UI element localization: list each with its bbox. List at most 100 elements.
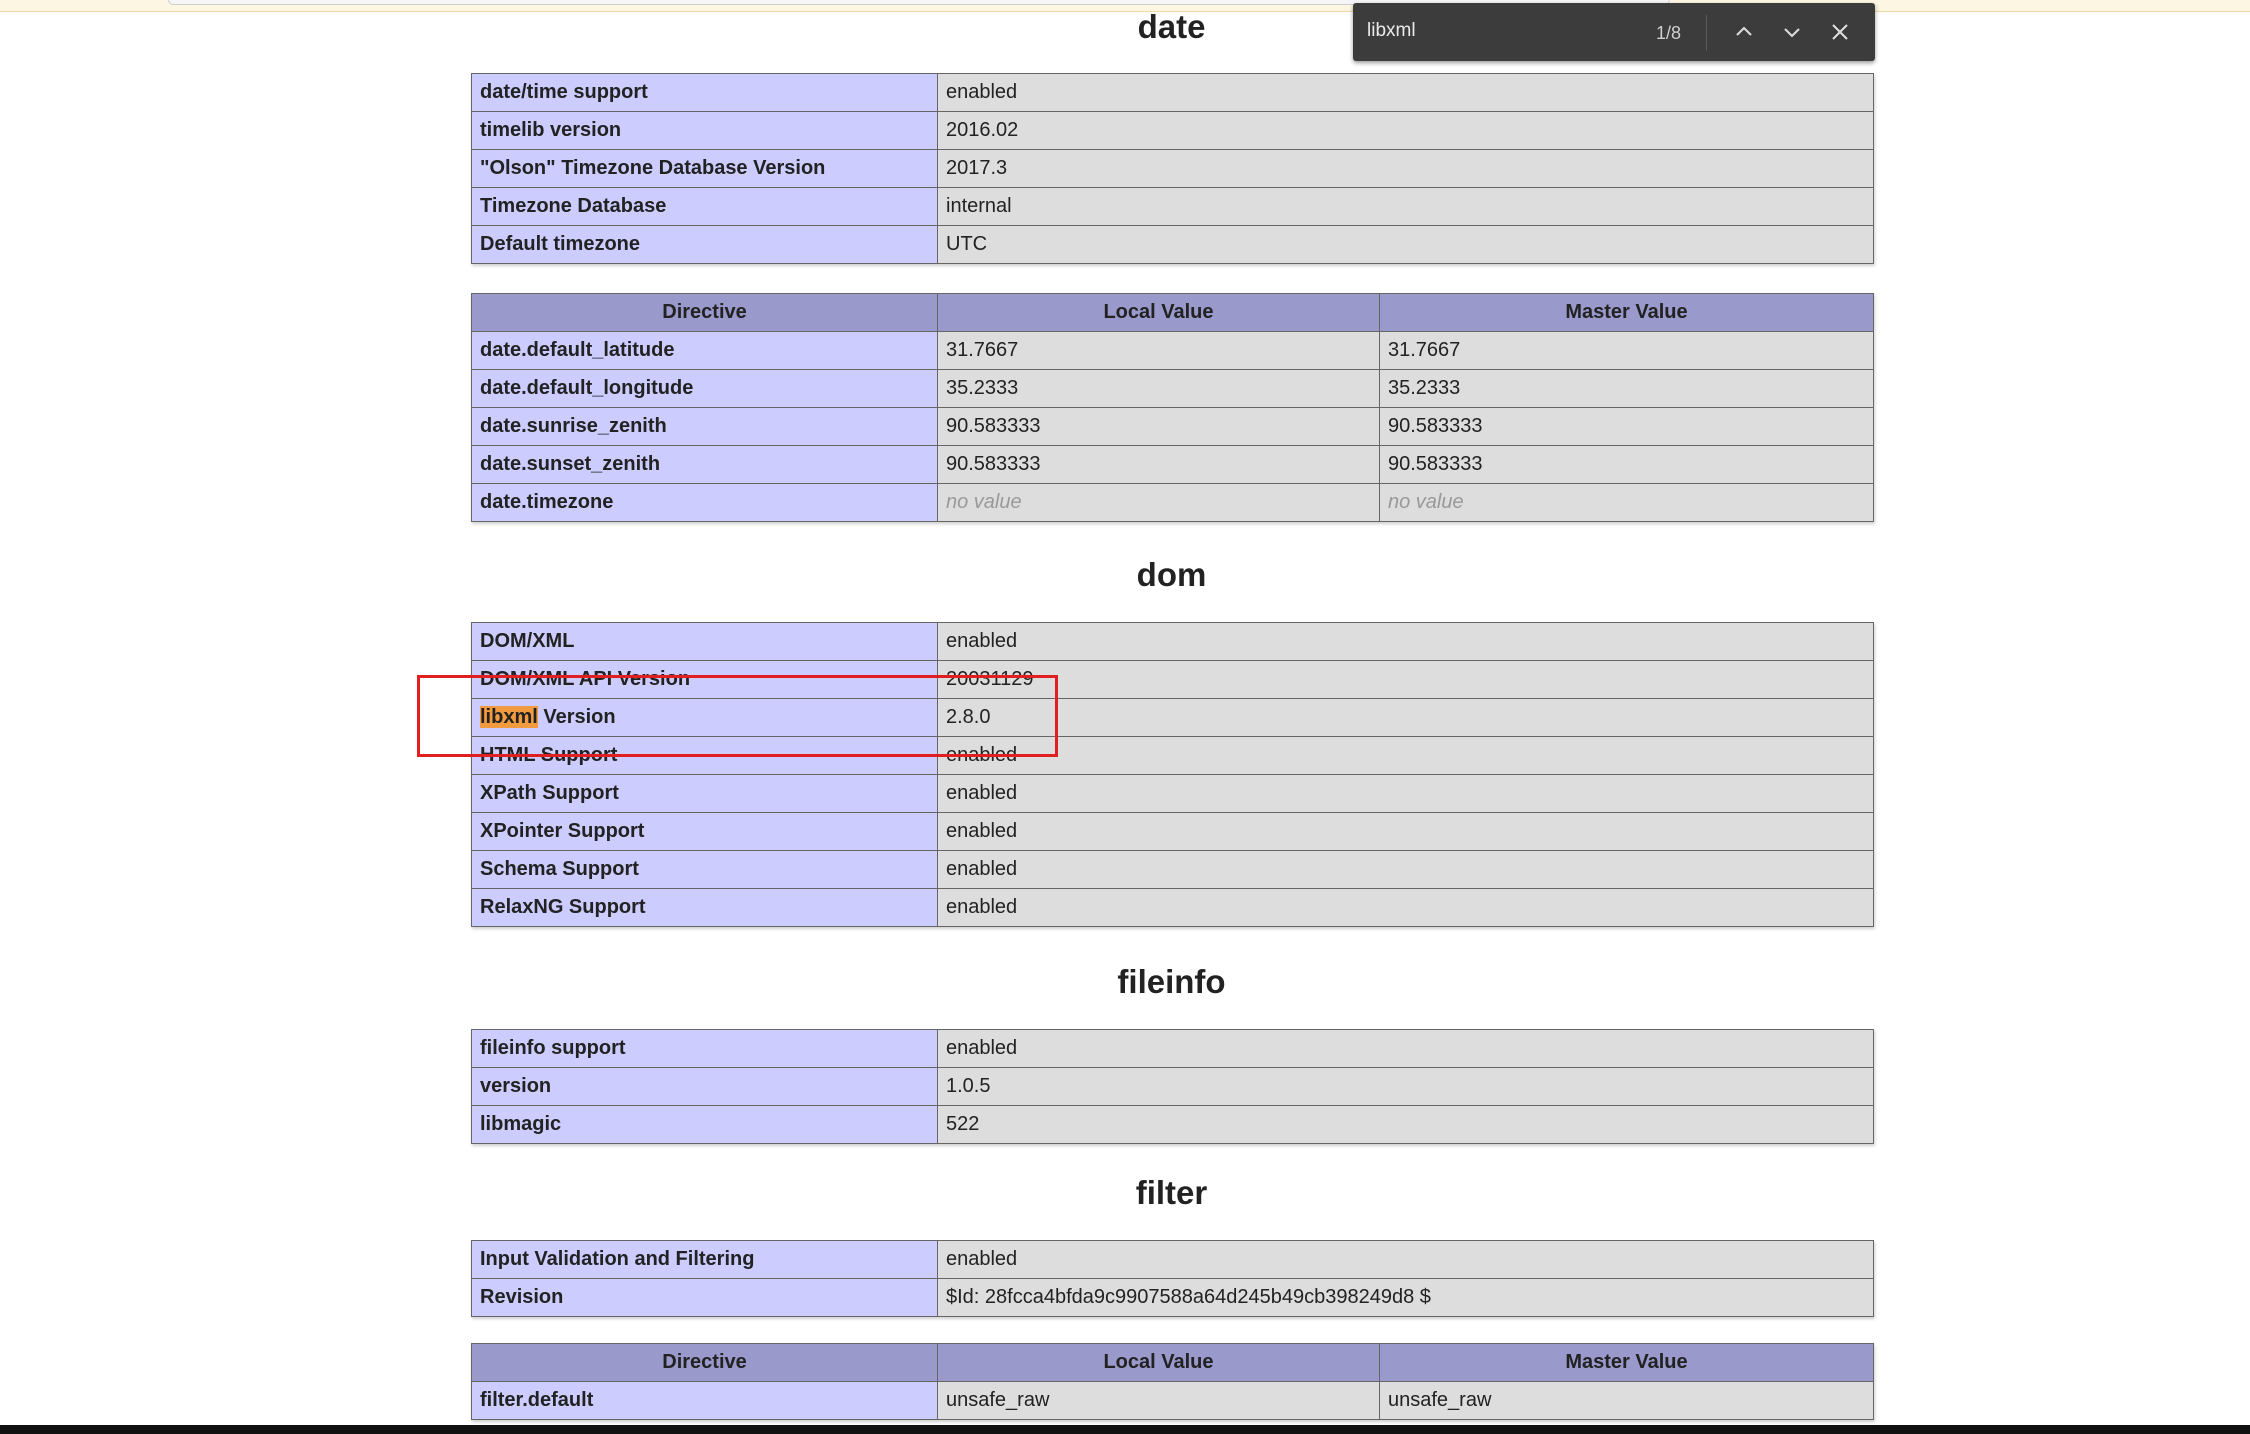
no-value-text: no value <box>946 491 1022 513</box>
row-key: date/time support <box>471 73 938 112</box>
row-key: Input Validation and Filtering <box>471 1240 938 1279</box>
row-value: enabled <box>937 774 1874 813</box>
table-row: Input Validation and Filtering enabled <box>471 1240 1874 1279</box>
row-value: UTC <box>937 225 1874 264</box>
row-key: timelib version <box>471 111 938 150</box>
table-header-row: Directive Local Value Master Value <box>471 293 1874 332</box>
find-match-highlight: libxml <box>480 706 538 728</box>
dom-info-table: DOM/XML enabled DOM/XML API Version 200311… <box>471 622 1874 927</box>
row-value: 522 <box>937 1105 1874 1144</box>
close-icon <box>1832 24 1848 40</box>
row-value: enabled <box>937 1240 1874 1279</box>
find-next-button[interactable] <box>1777 17 1807 47</box>
row-key-rest: Version <box>537 706 616 728</box>
table-row: fileinfo support enabled <box>471 1029 1874 1068</box>
row-value: 2017.3 <box>937 149 1874 188</box>
directive-name: date.timezone <box>471 483 938 522</box>
row-key: fileinfo support <box>471 1029 938 1068</box>
table-row: Revision $Id: 28fcca4bfda9c9907588a64d245… <box>471 1278 1874 1317</box>
chevron-up-icon <box>1736 26 1752 36</box>
phpinfo-page: date date/time support enabled timelib ve… <box>0 0 2250 1434</box>
find-input[interactable]: libxml <box>1367 20 1416 42</box>
filter-directive-table: Directive Local Value Master Value filte… <box>471 1343 1874 1420</box>
row-key: XPath Support <box>471 774 938 813</box>
section-title-dom: dom <box>1136 556 1207 593</box>
table-row: libxml Version 2.8.0 <box>471 698 1874 737</box>
local-value: 31.7667 <box>937 331 1380 370</box>
row-value: $Id: 28fcca4bfda9c9907588a64d245b49cb398… <box>937 1278 1874 1317</box>
table-row: XPointer Support enabled <box>471 812 1874 851</box>
master-value: 90.583333 <box>1379 407 1874 446</box>
header-master-value: Master Value <box>1379 293 1874 332</box>
master-value: 31.7667 <box>1379 331 1874 370</box>
row-key: Revision <box>471 1278 938 1317</box>
header-master-value: Master Value <box>1379 1343 1874 1382</box>
row-value: enabled <box>937 73 1874 112</box>
row-key: libxml Version <box>471 698 938 737</box>
row-value: 20031129 <box>937 660 1874 699</box>
local-value: 90.583333 <box>937 407 1380 446</box>
master-value: unsafe_raw <box>1379 1381 1874 1420</box>
table-row: date.default_longitude 35.2333 35.2333 <box>471 369 1874 408</box>
date-directive-table: Directive Local Value Master Value date.… <box>471 293 1874 522</box>
table-row: date.sunrise_zenith 90.583333 90.583333 <box>471 407 1874 446</box>
row-key: libmagic <box>471 1105 938 1144</box>
row-key: Default timezone <box>471 225 938 264</box>
table-row: "Olson" Timezone Database Version 2017.3 <box>471 149 1874 188</box>
table-row: Default timezone UTC <box>471 225 1874 264</box>
directive-name: date.default_latitude <box>471 331 938 370</box>
row-value: 2.8.0 <box>937 698 1874 737</box>
table-row: date/time support enabled <box>471 73 1874 112</box>
table-row: libmagic 522 <box>471 1105 1874 1144</box>
row-value: 1.0.5 <box>937 1067 1874 1106</box>
table-row: date.sunset_zenith 90.583333 90.583333 <box>471 445 1874 484</box>
table-header-row: Directive Local Value Master Value <box>471 1343 1874 1382</box>
section-title-date: date <box>1137 8 1206 45</box>
row-value: enabled <box>937 622 1874 661</box>
row-key: RelaxNG Support <box>471 888 938 927</box>
taskbar-edge <box>0 1425 2250 1434</box>
row-value: enabled <box>937 736 1874 775</box>
header-directive: Directive <box>471 1343 938 1382</box>
section-title-filter: filter <box>1135 1174 1208 1211</box>
find-bar-divider <box>1706 15 1707 51</box>
row-value: enabled <box>937 888 1874 927</box>
table-row: version 1.0.5 <box>471 1067 1874 1106</box>
table-row: DOM/XML API Version 20031129 <box>471 660 1874 699</box>
table-row: HTML Support enabled <box>471 736 1874 775</box>
header-local-value: Local Value <box>937 293 1380 332</box>
chevron-down-icon <box>1784 28 1800 38</box>
directive-name: date.sunset_zenith <box>471 445 938 484</box>
table-row: date.timezone no value no value <box>471 483 1874 522</box>
local-value: no value <box>937 483 1380 522</box>
row-key: "Olson" Timezone Database Version <box>471 149 938 188</box>
row-key: DOM/XML API Version <box>471 660 938 699</box>
row-key: version <box>471 1067 938 1106</box>
table-row: filter.default unsafe_raw unsafe_raw <box>471 1381 1874 1420</box>
find-match-count: 1/8 <box>1656 23 1682 43</box>
table-row: timelib version 2016.02 <box>471 111 1874 150</box>
filter-info-table: Input Validation and Filtering enabled Re… <box>471 1240 1874 1317</box>
find-close-button[interactable] <box>1825 17 1855 47</box>
row-key: DOM/XML <box>471 622 938 661</box>
date-info-table: date/time support enabled timelib version… <box>471 73 1874 264</box>
table-row: XPath Support enabled <box>471 774 1874 813</box>
table-row: RelaxNG Support enabled <box>471 888 1874 927</box>
row-value: enabled <box>937 850 1874 889</box>
row-value: enabled <box>937 1029 1874 1068</box>
fileinfo-info-table: fileinfo support enabled version 1.0.5 lib… <box>471 1029 1874 1144</box>
no-value-text: no value <box>1388 491 1464 513</box>
row-value: internal <box>937 187 1874 226</box>
table-row: DOM/XML enabled <box>471 622 1874 661</box>
table-row: Schema Support enabled <box>471 850 1874 889</box>
local-value: 90.583333 <box>937 445 1380 484</box>
master-value: no value <box>1379 483 1874 522</box>
header-directive: Directive <box>471 293 938 332</box>
row-key: XPointer Support <box>471 812 938 851</box>
section-title-fileinfo: fileinfo <box>1117 963 1226 1000</box>
header-local-value: Local Value <box>937 1343 1380 1382</box>
find-previous-button[interactable] <box>1729 17 1759 47</box>
row-key: Schema Support <box>471 850 938 889</box>
row-value: 2016.02 <box>937 111 1874 150</box>
table-row: date.default_latitude 31.7667 31.7667 <box>471 331 1874 370</box>
